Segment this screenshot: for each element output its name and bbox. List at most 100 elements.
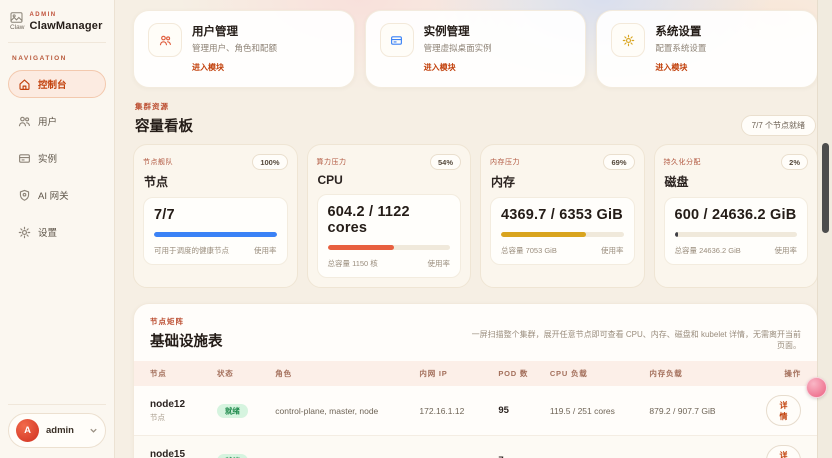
module-description: 管理虚拟桌面实例 [424,42,492,54]
gear-icon [18,226,31,239]
capacity-section-header: 集群资源 容量看板 7/7 个节点就绪 [135,101,816,136]
table-column-headers: 节点 状态 角色 内网 IP POD 数 CPU 负载 内存负载 操作 [134,361,817,386]
capacity-cards: 节点舰队 100% 节点 7/7 可用于调度的健康节点 使用率 算力压力 54%… [133,144,818,288]
column-header: POD 数 [494,361,545,386]
gateway-icon [18,189,31,202]
nodes-ready-badge: 7/7 个节点就绪 [741,115,816,136]
module-cards: 用户管理 管理用户、角色和配额 进入模块 实例管理 管理虚拟桌面实例 进入模块 … [133,10,818,88]
instances-icon [380,23,414,57]
table-description: 一屏扫描整个集群，展开任意节点即可查看 CPU、内存、磁盘和 kubelet 详… [471,329,801,351]
column-header: 节点 [134,361,213,386]
capacity-footer-right: 使用率 [775,245,798,256]
usage-percent-badge: 2% [781,154,808,170]
column-header: 角色 [271,361,415,386]
usage-percent-badge: 69% [603,154,634,170]
avatar: A [16,419,39,442]
nav-section-label: NAVIGATION [12,55,102,62]
cpu-load: 81.6 / 251 cores [546,447,646,458]
floating-assistant-button[interactable] [806,377,827,398]
pod-count: 7 [494,446,545,458]
node-name: node15 [150,449,209,458]
capacity-card-title: 节点 [144,173,288,190]
sidebar-item-dashboard[interactable]: 控制台 [8,70,106,98]
pod-count: 95 [494,396,545,425]
enter-module-link[interactable]: 进入模块 [424,62,456,73]
home-icon [18,78,31,91]
logo: Claw [10,12,24,31]
node-roles: control-plane, master, node [271,397,415,425]
capacity-card-eyebrow: 算力压力 [317,157,347,167]
capacity-card-title: 内存 [491,173,635,190]
module-title: 系统设置 [655,23,706,39]
capacity-card-eyebrow: 持久化分配 [664,157,702,167]
capacity-card-eyebrow: 内存压力 [490,157,520,167]
column-header: 内存负载 [645,361,762,386]
module-description: 配置系统设置 [655,42,706,54]
capacity-footer-left: 可用于调度的健康节点 [154,245,229,256]
table-row[interactable]: node12 节点 就绪 control-plane, master, node… [134,386,817,436]
sidebar-item-settings[interactable]: 设置 [8,218,106,246]
broken-image-icon [10,12,23,23]
table-header: 节点矩阵 基础设施表 一屏扫描整个集群，展开任意节点即可查看 CPU、内存、磁盘… [134,304,817,361]
capacity-footer-left: 总容量 24636.2 GiB [675,245,741,256]
scrollbar-thumb[interactable] [822,143,829,233]
capacity-value: 600 / 24636.2 GiB [675,207,798,223]
module-card-instance-management[interactable]: 实例管理 管理虚拟桌面实例 进入模块 [365,10,587,88]
usage-percent-badge: 100% [252,154,287,170]
detail-button[interactable]: 详情 [766,395,801,426]
node-type: 节点 [150,412,209,423]
brand-header: Claw ADMIN ClawManager [8,10,106,43]
capacity-eyebrow: 集群资源 [135,101,193,112]
sidebar-nav: 控制台 用户 实例 AI 网关 设置 [8,70,106,255]
memory-load: 658.5 / 907.7 GiB [645,447,762,458]
progress-bar [675,232,798,237]
capacity-footer-right: 使用率 [428,258,451,269]
module-title: 实例管理 [424,23,492,39]
node-ip: 172.16.1.12 [415,397,494,425]
capacity-footer-left: 总容量 7053 GiB [501,245,557,256]
users-icon [148,23,182,57]
capacity-card-title: CPU [318,173,462,187]
progress-bar [328,245,451,250]
progress-bar [154,232,277,237]
sidebar-item-users[interactable]: 用户 [8,107,106,135]
status-badge: 就绪 [217,404,248,418]
sidebar-item-ai-gateway[interactable]: AI 网关 [8,181,106,209]
node-name: node12 [150,399,209,410]
user-name: admin [46,425,74,436]
table-row[interactable]: node15 节点 就绪 node 172.16.1.15 7 81.6 / 2… [134,436,817,458]
detail-button[interactable]: 详情 [766,445,801,458]
gear-icon [611,23,645,57]
capacity-value: 4369.7 / 6353 GiB [501,207,624,223]
node-roles: node [271,447,415,458]
capacity-value: 7/7 [154,207,277,223]
module-card-system-settings[interactable]: 系统设置 配置系统设置 进入模块 [596,10,818,88]
column-header: 内网 IP [415,361,494,386]
capacity-footer-left: 总容量 1150 核 [328,258,378,269]
chevron-down-icon [89,426,98,435]
capacity-card: 算力压力 54% CPU 604.2 / 1122 cores 总容量 1150… [307,144,472,288]
usage-percent-badge: 54% [430,154,461,170]
logo-alt-text: Claw [10,24,24,31]
users-icon [18,115,31,128]
cpu-load: 119.5 / 251 cores [546,397,646,425]
capacity-footer-right: 使用率 [601,245,624,256]
capacity-card: 节点舰队 100% 节点 7/7 可用于调度的健康节点 使用率 [133,144,298,288]
sidebar: Claw ADMIN ClawManager NAVIGATION 控制台 用户… [0,0,115,458]
table-eyebrow: 节点矩阵 [150,316,223,327]
enter-module-link[interactable]: 进入模块 [192,62,224,73]
enter-module-link[interactable]: 进入模块 [655,62,687,73]
instances-icon [18,152,31,165]
module-card-user-management[interactable]: 用户管理 管理用户、角色和配额 进入模块 [133,10,355,88]
user-menu[interactable]: A admin [8,413,106,448]
capacity-card: 内存压力 69% 内存 4369.7 / 6353 GiB 总容量 7053 G… [480,144,645,288]
table-body: node12 节点 就绪 control-plane, master, node… [134,386,817,458]
main-content: 用户管理 管理用户、角色和配额 进入模块 实例管理 管理虚拟桌面实例 进入模块 … [115,0,832,458]
column-header: 状态 [213,361,271,386]
status-badge: 就绪 [217,454,248,458]
brand-name: ClawManager [29,20,102,32]
brand-superscript: ADMIN [29,12,102,18]
capacity-footer-right: 使用率 [254,245,277,256]
module-description: 管理用户、角色和配额 [192,42,277,54]
sidebar-item-instances[interactable]: 实例 [8,144,106,172]
